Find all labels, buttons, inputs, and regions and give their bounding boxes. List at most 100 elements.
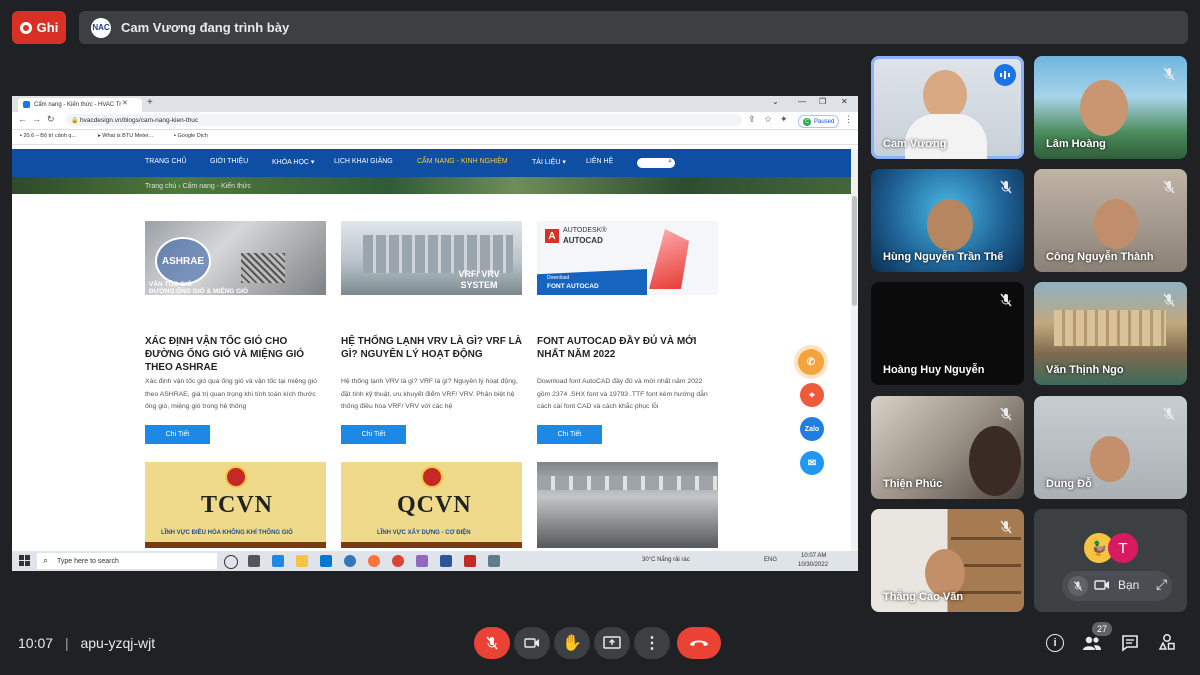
participant-tile[interactable]: Văn Thịnh Ngo [1034, 282, 1187, 385]
bookmark-item[interactable]: ▪ Google Dịch [174, 133, 208, 139]
taskbar-search-input[interactable]: ⌕ Type here to search [37, 553, 217, 569]
air-vent-graphic [241, 253, 285, 283]
mic-off-icon [1163, 407, 1175, 421]
file-explorer-icon[interactable] [296, 555, 308, 567]
map-pin-icon: ⌖ [809, 389, 815, 401]
back-arrow-icon[interactable]: ← [18, 114, 27, 124]
participant-tile[interactable]: Công Nguyễn Thành [1034, 169, 1187, 272]
location-button[interactable]: ⌖ [800, 383, 824, 407]
scrollbar-thumb[interactable] [852, 196, 857, 306]
nav-contact[interactable]: LIÊN HỆ [586, 158, 613, 165]
participant-name: Lâm Hoàng [1046, 138, 1106, 150]
card-title[interactable]: HỆ THỐNG LẠNH VRV LÀ GÌ? VRF LÀ GÌ? NGUY… [341, 335, 523, 361]
nav-handbook[interactable]: CẨM NANG - KINH NGHIỆM [417, 158, 508, 165]
cortana-icon[interactable] [224, 555, 238, 569]
messenger-icon: ✉ [807, 457, 817, 469]
participant-tile[interactable]: Thiện Phúc [871, 396, 1024, 499]
expand-icon[interactable]: ⤢ [1156, 576, 1167, 593]
autocad-icon[interactable] [464, 555, 476, 567]
card-image-autocad[interactable]: A AUTODESK® AUTOCAD Download FONT AUTOCA… [537, 221, 718, 295]
mic-toggle-button[interactable] [474, 627, 510, 659]
raise-hand-button[interactable]: ✋ [554, 627, 590, 659]
chevron-down-icon[interactable]: ⌄ [772, 97, 779, 106]
self-tile[interactable]: 🦆 T Bạn ⤢ [1034, 509, 1187, 612]
taskbar-app-icon[interactable] [272, 555, 284, 567]
forward-arrow-icon[interactable]: → [32, 114, 41, 124]
maximize-icon[interactable]: ❐ [819, 97, 826, 106]
detail-button[interactable]: Chi Tiết [341, 425, 406, 444]
taskbar-app-icon[interactable] [488, 555, 500, 567]
participant-tile[interactable]: Cam Vương [871, 56, 1024, 159]
site-navigation: TRANG CHỦ GIỚI THIỆU KHÓA HỌC ▾ LỊCH KHA… [12, 149, 851, 177]
minimize-icon[interactable]: — [798, 97, 806, 106]
task-view-icon[interactable] [248, 555, 260, 567]
weather-text[interactable]: 30°C Nắng rải rác [642, 557, 690, 563]
participant-tile[interactable]: Hoàng Huy Nguyễn [871, 282, 1024, 385]
record-button[interactable]: Ghi [12, 11, 66, 44]
messenger-button[interactable]: ✉ [800, 451, 824, 475]
participant-tile[interactable]: Hùng Nguyễn Trần Thế [871, 169, 1024, 272]
participant-name: Công Nguyễn Thành [1046, 251, 1154, 263]
nav-documents[interactable]: TÀI LIỆU ▾ [532, 158, 566, 166]
leave-call-button[interactable] [677, 627, 721, 659]
zalo-button[interactable]: Zalo [800, 417, 824, 441]
duct-graphic [537, 476, 718, 490]
card-image-vrv[interactable]: VRF/ VRV SYSTEM [341, 221, 522, 295]
present-screen-button[interactable] [594, 627, 630, 659]
nav-home[interactable]: TRANG CHỦ [145, 158, 187, 165]
nav-about[interactable]: GIỚI THIỆU [210, 158, 248, 165]
address-bar[interactable]: 🔒 hvacdesign.vn/blogs/cam-nang-kien-thuc [66, 114, 742, 126]
word-icon[interactable] [440, 555, 452, 567]
participant-tile[interactable]: Dung Đỗ [1034, 396, 1187, 499]
card-title[interactable]: FONT AUTOCAD ĐẦY ĐỦ VÀ MỚI NHẤT NĂM 2022 [537, 335, 719, 361]
taskbar-app-icon[interactable] [416, 555, 428, 567]
new-tab-icon[interactable]: + [147, 97, 153, 108]
mail-icon[interactable] [320, 555, 332, 567]
menu-dots-icon[interactable]: ⋮ [844, 114, 853, 125]
tab-close-icon[interactable]: ✕ [122, 99, 128, 107]
clock-time[interactable]: 10:07 AM [801, 553, 826, 559]
chrome-icon[interactable] [392, 555, 404, 567]
language-indicator[interactable]: ENG [764, 557, 777, 563]
profile-button[interactable]: C Paused [798, 115, 840, 128]
reload-icon[interactable]: ↻ [47, 114, 55, 125]
self-camera-icon[interactable] [1094, 578, 1110, 597]
extensions-icon[interactable]: ✦ [780, 114, 788, 125]
nav-schedule[interactable]: LỊCH KHAI GIẢNG [334, 158, 393, 165]
clock-date[interactable]: 10/30/2022 [798, 562, 828, 568]
detail-button[interactable]: Chi Tiết [145, 425, 210, 444]
meeting-code: apu-yzqj-wjt [80, 635, 156, 651]
activities-button[interactable] [1158, 633, 1176, 656]
close-window-icon[interactable]: ✕ [841, 97, 848, 106]
phone-call-button[interactable]: ✆ [798, 349, 824, 375]
people-button[interactable] [1082, 634, 1102, 657]
card-image-tcvn[interactable]: TCVN LĨNH VỰC ĐIỀU HÒA KHÔNG KHÍ THÔNG G… [145, 462, 326, 548]
meeting-details-icon[interactable]: i [1046, 634, 1064, 652]
card-title[interactable]: XÁC ĐỊNH VẬN TỐC GIÓ CHO ĐƯỜNG ỐNG GIÓ V… [145, 335, 327, 374]
card-image-ashrae[interactable]: ASHRAE VẬN TỐC GIÓ ĐƯỜNG ỐNG GIÓ & MIỆNG… [145, 221, 326, 295]
firefox-icon[interactable] [368, 555, 380, 567]
windows-start-icon[interactable] [19, 555, 30, 566]
participant-tile[interactable]: Thắng Cao Văn [871, 509, 1024, 612]
phone-icon: ✆ [806, 356, 816, 368]
detail-button[interactable]: Chi Tiết [537, 425, 602, 444]
participant-tile[interactable]: Lâm Hoàng [1034, 56, 1187, 159]
more-options-button[interactable]: ⋮ [634, 627, 670, 659]
card-image-ductwork[interactable] [537, 462, 718, 548]
bookmark-item[interactable]: ▸ What is BTU Meter... [98, 133, 153, 139]
site-search-input[interactable]: ⌕ [637, 158, 675, 168]
participant-video [923, 70, 967, 120]
camera-toggle-button[interactable] [514, 627, 550, 659]
chat-button[interactable] [1121, 634, 1139, 657]
nav-courses[interactable]: KHÓA HỌC ▾ [272, 158, 314, 166]
ashrae-logo: ASHRAE [155, 237, 211, 285]
bookmark-star-icon[interactable]: ☆ [764, 114, 772, 125]
edge-icon[interactable] [344, 555, 356, 567]
search-icon: ⌕ [43, 555, 49, 565]
bookmark-item[interactable]: ▪ 20.6 – Bộ trì cảnh q... [20, 133, 76, 139]
card-image-qcvn[interactable]: QCVN LĨNH VỰC XÂY DỰNG - CƠ ĐIỆN [341, 462, 522, 548]
doc-bottom-bar [145, 542, 326, 548]
self-mic-off-icon[interactable] [1068, 576, 1088, 596]
breadcrumb[interactable]: Trang chủ › Cẩm nang - Kiến thức [145, 183, 251, 190]
share-icon[interactable]: ⇪ [748, 114, 756, 125]
